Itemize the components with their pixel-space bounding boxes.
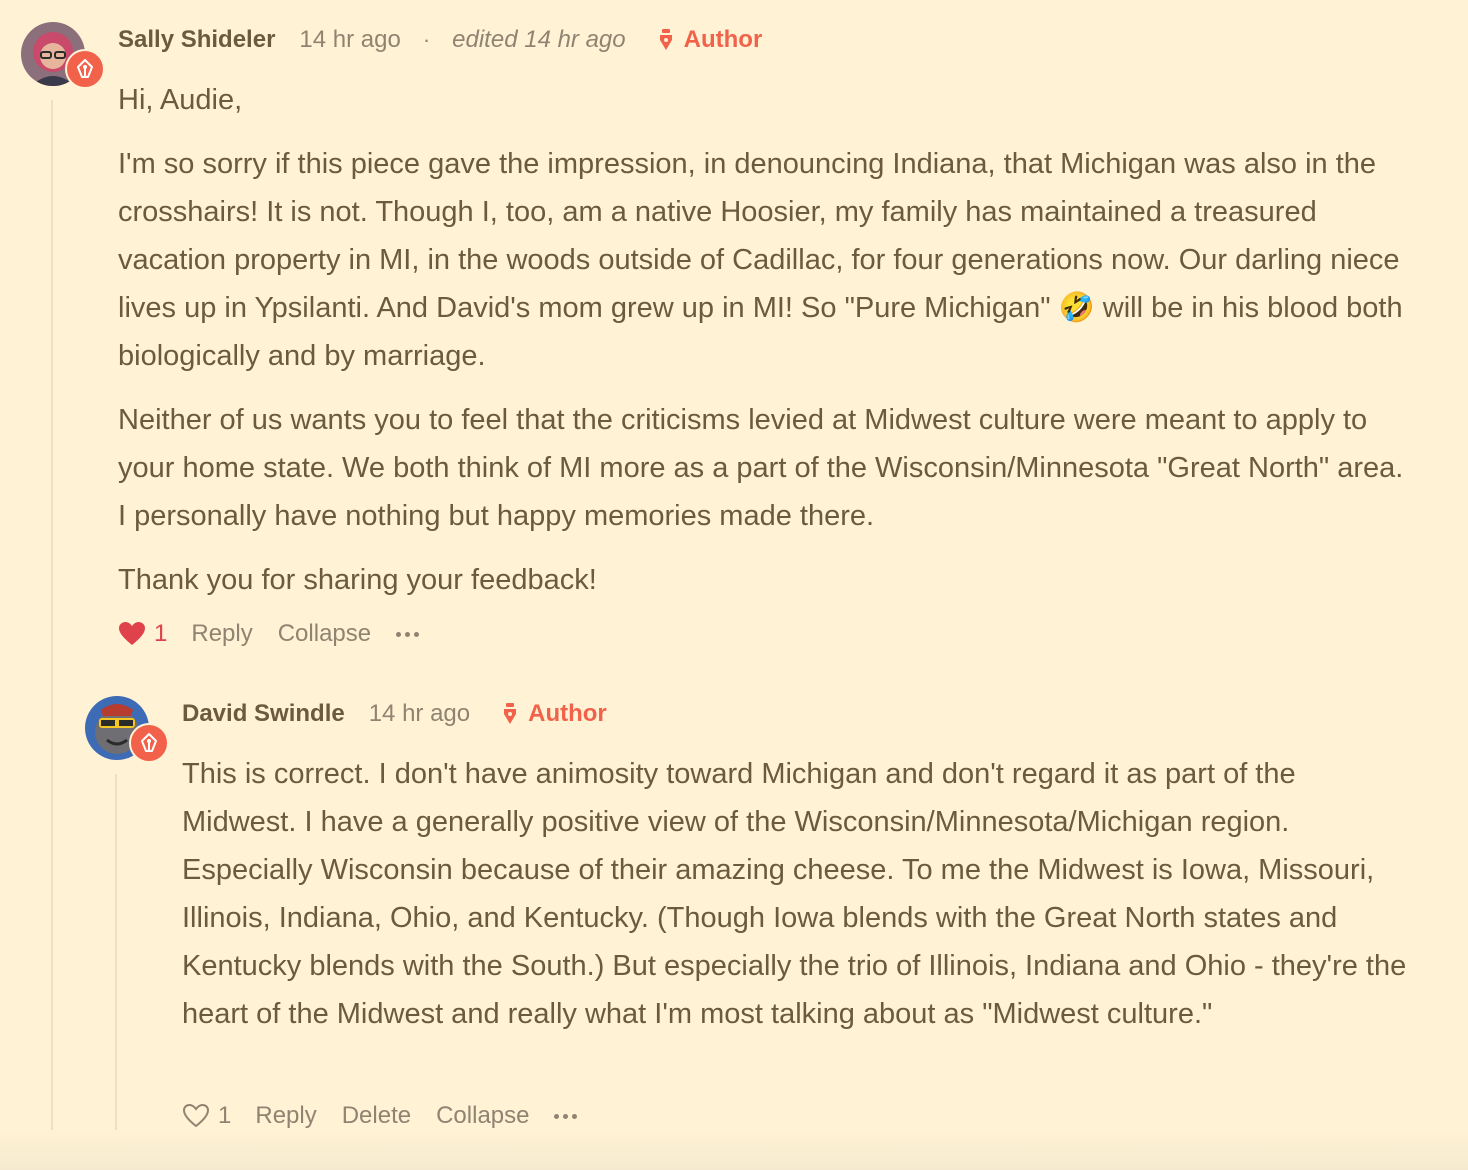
bottom-fade: [0, 1130, 1468, 1170]
author-badge-icon: [65, 49, 105, 89]
avatar[interactable]: [21, 22, 105, 89]
comment-paragraph: Thank you for sharing your feedback!: [118, 564, 597, 596]
delete-button[interactable]: Delete: [342, 1102, 411, 1130]
comment-body: This is correct. I don't have animosity …: [182, 750, 1418, 1054]
edited-label: edited 14 hr ago: [452, 26, 626, 53]
author-label-text: Author: [528, 700, 607, 727]
author-label: Author: [500, 700, 607, 728]
reply-button[interactable]: Reply: [191, 620, 252, 648]
like-count: 1: [218, 1102, 232, 1129]
author-name[interactable]: David Swindle: [182, 700, 345, 728]
comment-actions: 1 Reply Collapse: [118, 616, 420, 652]
comment-paragraph: I'm so sorry if this piece gave the impr…: [118, 148, 1403, 372]
thread-line[interactable]: [115, 774, 117, 1130]
like-button[interactable]: 1: [118, 620, 167, 648]
author-label: Author: [656, 26, 763, 54]
reply-button[interactable]: Reply: [255, 1102, 316, 1130]
timestamp[interactable]: 14 hr ago: [369, 700, 470, 728]
avatar[interactable]: [85, 696, 169, 763]
comment-actions: 1 Reply Delete Collapse: [182, 1098, 578, 1134]
author-badge-icon: [129, 723, 169, 763]
comment-meta: Sally Shideler 14 hr ago · edited 14 hr …: [118, 20, 762, 60]
author-label-text: Author: [683, 26, 763, 53]
author-name[interactable]: Sally Shideler: [118, 26, 275, 54]
meta-separator: ·: [422, 27, 431, 52]
heart-filled-icon: [119, 622, 145, 645]
collapse-button[interactable]: Collapse: [278, 620, 371, 648]
thread-line[interactable]: [51, 100, 53, 1130]
heart-outline-icon: [182, 1103, 210, 1128]
like-button[interactable]: 1: [182, 1102, 231, 1130]
pen-nib-icon: [504, 703, 517, 724]
comment-meta: David Swindle 14 hr ago Author: [182, 694, 607, 734]
more-options-icon[interactable]: [396, 631, 420, 637]
comment-paragraph: Hi, Audie,: [118, 84, 243, 116]
comment-paragraph: Neither of us wants you to feel that the…: [118, 404, 1404, 532]
timestamp[interactable]: 14 hr ago: [299, 26, 400, 54]
comment-paragraph: This is correct. I don't have animosity …: [182, 758, 1407, 1030]
pen-nib-icon: [659, 29, 672, 50]
collapse-button[interactable]: Collapse: [436, 1102, 529, 1130]
comment-body: Hi, Audie, I'm so sorry if this piece ga…: [118, 76, 1418, 620]
more-options-icon[interactable]: [554, 1113, 578, 1119]
like-count: 1: [154, 620, 168, 647]
